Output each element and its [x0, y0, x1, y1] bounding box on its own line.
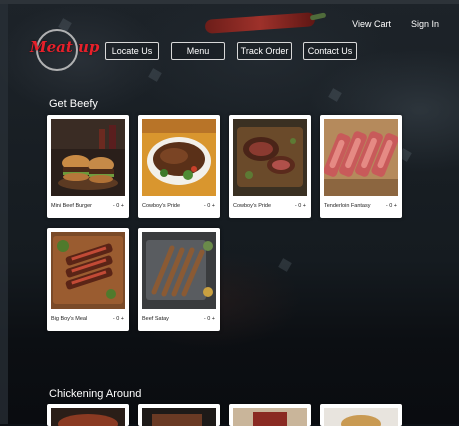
quantity-stepper[interactable]: - 0 + — [204, 316, 215, 322]
product-card[interactable] — [229, 404, 311, 426]
product-name: Big Boy's Meal — [51, 316, 88, 322]
product-card[interactable]: Tenderloin Fantasy - 0 + — [320, 115, 402, 218]
quantity-stepper[interactable]: - 0 + — [113, 203, 124, 209]
quantity-stepper[interactable]: - 0 + — [113, 316, 124, 322]
product-name: Tenderloin Fantasy — [324, 203, 371, 209]
quantity-stepper[interactable]: - 0 + — [295, 203, 306, 209]
product-name: Beef Satay — [142, 316, 169, 322]
chicken-bowl-photo — [51, 408, 125, 426]
sliced-steak-photo — [51, 232, 125, 309]
chicken-burger-photo — [324, 408, 398, 426]
window-top-edge — [0, 0, 459, 4]
satay-photo — [142, 232, 216, 309]
product-card[interactable] — [47, 404, 129, 426]
top-links: View Cart Sign In — [352, 19, 439, 29]
chicken-dish-photo — [142, 408, 216, 426]
nav-locate-us-button[interactable]: Locate Us — [105, 42, 159, 60]
nav-menu-button[interactable]: Menu — [171, 42, 225, 60]
product-card[interactable] — [138, 404, 220, 426]
sign-in-link[interactable]: Sign In — [411, 19, 439, 29]
product-card[interactable]: Beef Satay - 0 + — [138, 228, 220, 331]
product-name: Cowboy's Pride — [233, 203, 272, 209]
view-cart-link[interactable]: View Cart — [352, 19, 391, 29]
logo-wordmark: Meat up — [30, 38, 100, 56]
chili-pepper-decoration — [204, 12, 316, 34]
ice-decoration — [328, 88, 342, 102]
ice-decoration — [278, 258, 292, 272]
product-card[interactable]: Big Boy's Meal - 0 + — [47, 228, 129, 331]
steak-photo — [142, 119, 216, 196]
product-card[interactable] — [320, 404, 402, 426]
nav-track-order-button[interactable]: Track Order — [237, 42, 292, 60]
ice-decoration — [148, 68, 162, 82]
product-card[interactable]: Cowboy's Pride - 0 + — [229, 115, 311, 218]
product-card[interactable]: Cowboy's Pride - 0 + — [138, 115, 220, 218]
quantity-stepper[interactable]: - 0 + — [204, 203, 215, 209]
quantity-stepper[interactable]: - 0 + — [386, 203, 397, 209]
nav-contact-us-button[interactable]: Contact Us — [303, 42, 357, 60]
section-title-get-beefy: Get Beefy — [49, 98, 98, 110]
product-name: Mini Beef Burger — [51, 203, 92, 209]
chicken-plate-photo — [233, 408, 307, 426]
product-name: Cowboy's Pride — [142, 203, 181, 209]
window-edge — [0, 0, 8, 424]
steak-board-photo — [233, 119, 307, 196]
brand-logo[interactable]: Meat up — [30, 29, 99, 71]
tenderloin-photo — [324, 119, 398, 196]
section-title-chickening-around: Chickening Around — [49, 388, 142, 400]
burger-photo — [51, 119, 125, 196]
product-card[interactable]: Mini Beef Burger - 0 + — [47, 115, 129, 218]
